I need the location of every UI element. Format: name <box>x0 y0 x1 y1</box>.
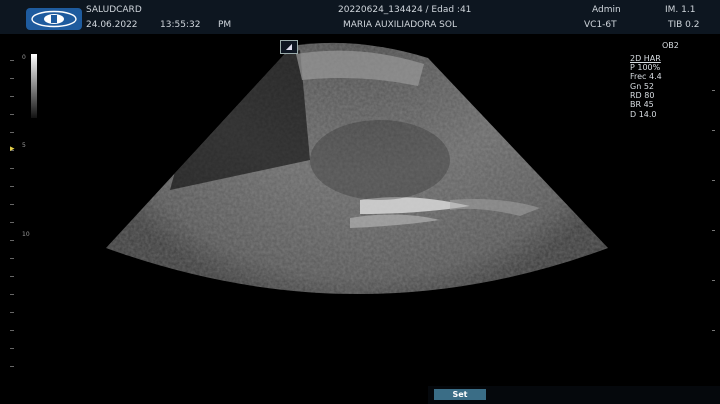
exam-time-ampm: PM <box>218 20 232 30</box>
depth-mark-0: 0 <box>22 54 26 61</box>
ultrasound-image[interactable] <box>0 34 720 404</box>
header-bar: SALUDCARD 24.06.2022 13:55:32 PM 2022062… <box>0 0 720 34</box>
focus-marker-icon[interactable]: ▸ <box>10 144 15 154</box>
preset-label: OB2 <box>662 41 679 50</box>
power-param: P 100% <box>630 63 661 72</box>
tib-index: TIB 0.2 <box>668 20 700 30</box>
image-number: IM. 1.1 <box>665 5 696 15</box>
exam-date: 24.06.2022 <box>86 20 138 30</box>
depth-param: D 14.0 <box>630 110 657 119</box>
clinic-name: SALUDCARD <box>86 5 142 15</box>
rd-param: RD 80 <box>630 91 655 100</box>
set-button[interactable]: Set <box>434 389 486 400</box>
grayscale-bar <box>31 54 37 118</box>
depth-mark-10: 10 <box>22 231 30 238</box>
frequency-param: Frec 4.4 <box>630 72 662 81</box>
exam-time: 13:55:32 <box>160 20 201 30</box>
depth-mark-5: 5 <box>22 142 26 149</box>
mode-label: 2D HAR <box>630 54 661 63</box>
study-id: 20220624_134424 / Edad :41 <box>338 5 472 15</box>
patient-name: MARIA AUXILIADORA SOL <box>343 20 457 30</box>
operator-name: Admin <box>592 5 621 15</box>
probe-orientation-icon: ◢ <box>280 40 298 54</box>
saludcard-logo-icon <box>26 8 82 30</box>
gain-param: Gn 52 <box>630 82 654 91</box>
probe-name: VC1-6T <box>584 20 617 30</box>
br-param: BR 45 <box>630 100 654 109</box>
